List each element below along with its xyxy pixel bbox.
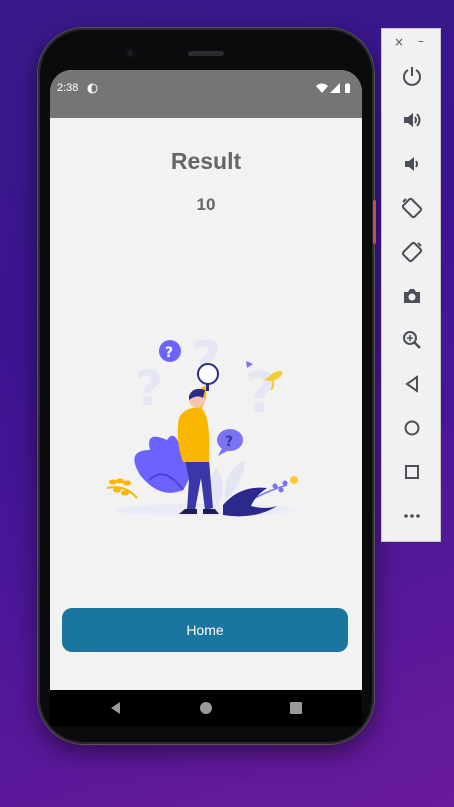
volume-up-button[interactable] <box>398 106 426 134</box>
front-camera <box>124 47 136 59</box>
home-circle-icon[interactable] <box>198 700 214 716</box>
minimize-icon[interactable]: – <box>418 34 424 48</box>
screenshot-button[interactable] <box>398 282 426 310</box>
back-icon <box>405 375 418 393</box>
volume-up-icon <box>404 113 421 127</box>
app-notification-icon <box>87 83 98 94</box>
device-screen: 2:38 Result 10 ? ? ? ? ? Home <box>50 70 362 690</box>
rotate-right-icon <box>401 241 423 263</box>
status-time: 2:38 <box>57 82 79 94</box>
back-triangle-icon[interactable] <box>108 700 124 716</box>
emulator-control-panel: × – <box>381 28 441 542</box>
emulator-home-button[interactable] <box>398 414 426 442</box>
question-mark-bg-3: ? <box>245 361 277 426</box>
result-score: 10 <box>196 195 216 214</box>
zoom-icon <box>403 331 421 349</box>
power-icon <box>403 67 421 86</box>
svg-text:?: ? <box>165 345 173 361</box>
wifi-icon <box>316 83 328 93</box>
home-button[interactable]: Home <box>62 608 348 652</box>
confused-person-illustration: ? ? ? ? ? <box>106 331 298 517</box>
question-mark-bg-1: ? <box>135 361 163 417</box>
emulator-more-button[interactable] <box>398 502 426 530</box>
rotate-right-button[interactable] <box>398 238 426 266</box>
phone-frame: 2:38 Result 10 ? ? ? ? ? Home <box>38 28 376 744</box>
phone-side-button <box>373 200 376 244</box>
zoom-button[interactable] <box>398 326 426 354</box>
emulator-overview-button[interactable] <box>398 458 426 486</box>
android-nav-bar <box>50 690 362 726</box>
svg-text:?: ? <box>225 434 233 450</box>
status-icons <box>316 83 350 93</box>
home-icon <box>404 420 420 436</box>
battery-icon <box>345 84 350 93</box>
status-bar: 2:38 <box>50 70 362 118</box>
rotate-left-button[interactable] <box>398 194 426 222</box>
emulator-back-button[interactable] <box>398 370 426 398</box>
signal-icon <box>330 83 340 93</box>
volume-down-icon <box>405 157 418 171</box>
volume-down-button[interactable] <box>398 150 426 178</box>
close-icon[interactable]: × <box>394 35 404 49</box>
earpiece-speaker <box>188 51 224 56</box>
camera-icon <box>404 289 420 303</box>
magnifier-icon <box>197 363 219 385</box>
emulator-window-controls: × – <box>382 34 442 51</box>
result-title: Result <box>170 148 242 174</box>
overview-icon <box>405 465 419 479</box>
more-icon <box>404 514 420 518</box>
recents-square-icon[interactable] <box>288 700 304 716</box>
rotate-left-icon <box>401 197 423 219</box>
power-button[interactable] <box>398 62 426 90</box>
